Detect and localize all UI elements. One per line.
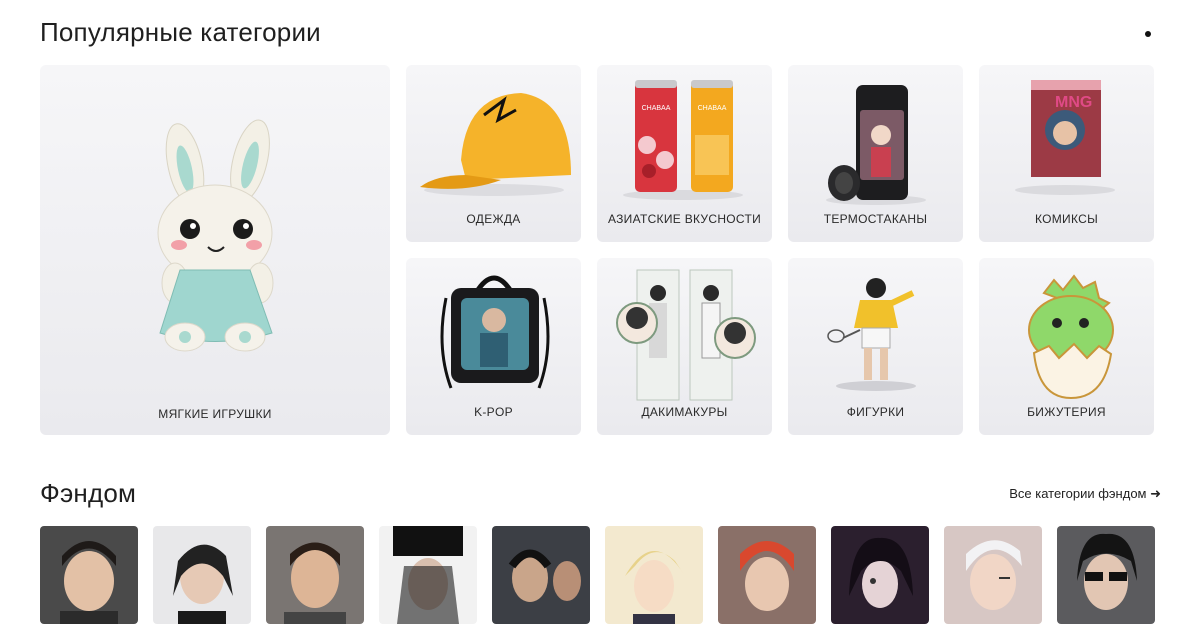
fandom-avatar[interactable] [718, 526, 816, 624]
category-card-thermo-cups[interactable]: Термостаканы [788, 65, 963, 242]
fandom-avatars-row [40, 526, 1155, 624]
category-card-kpop[interactable]: K-POP [406, 258, 581, 435]
category-card-jewelry[interactable]: Бижутерия [979, 258, 1154, 435]
category-card-soft-toys[interactable]: Мягкие игрушки [40, 65, 390, 435]
category-card-clothing[interactable]: Одежда [406, 65, 581, 242]
category-label: Бижутерия [1027, 405, 1106, 419]
fandom-avatar[interactable] [605, 526, 703, 624]
fandom-avatar[interactable] [944, 526, 1042, 624]
category-card-comics[interactable]: MNG Комиксы [979, 65, 1154, 242]
category-card-asian-snacks[interactable]: CHABAA CHABAA Азиатские вкусности [597, 65, 772, 242]
category-card-figurines[interactable]: Фигурки [788, 258, 963, 435]
category-label: Азиатские вкусности [607, 212, 762, 226]
all-fandom-categories-link[interactable]: Все категории фэндом ➜ [1009, 486, 1161, 502]
fandom-avatar[interactable] [492, 526, 590, 624]
category-label: Дакимакуры [641, 405, 728, 419]
category-label: Мягкие игрушки [158, 407, 272, 421]
fandom-avatar[interactable] [266, 526, 364, 624]
dot-indicator [1145, 31, 1151, 37]
category-card-dakimakura[interactable]: Дакимакуры [597, 258, 772, 435]
fandom-title: Фэндом [40, 478, 137, 508]
fandom-avatar[interactable] [153, 526, 251, 624]
fandom-avatar[interactable] [379, 526, 477, 624]
category-label: K-POP [474, 405, 513, 419]
can-brand-text: CHABAA [698, 105, 727, 112]
category-label: Термостаканы [823, 212, 928, 226]
category-label: Фигурки [846, 405, 905, 419]
category-label: Одежда [466, 212, 521, 226]
fandom-avatar[interactable] [831, 526, 929, 624]
can-brand-text: CHABAA [642, 105, 671, 112]
fandom-avatar[interactable] [40, 526, 138, 624]
comic-title-text: MNG [1055, 94, 1092, 111]
bunny-plush-image [157, 119, 274, 352]
popular-categories-title: Популярные категории [40, 17, 321, 47]
category-label: Комиксы [1034, 212, 1099, 226]
fandom-avatar[interactable] [1057, 526, 1155, 624]
